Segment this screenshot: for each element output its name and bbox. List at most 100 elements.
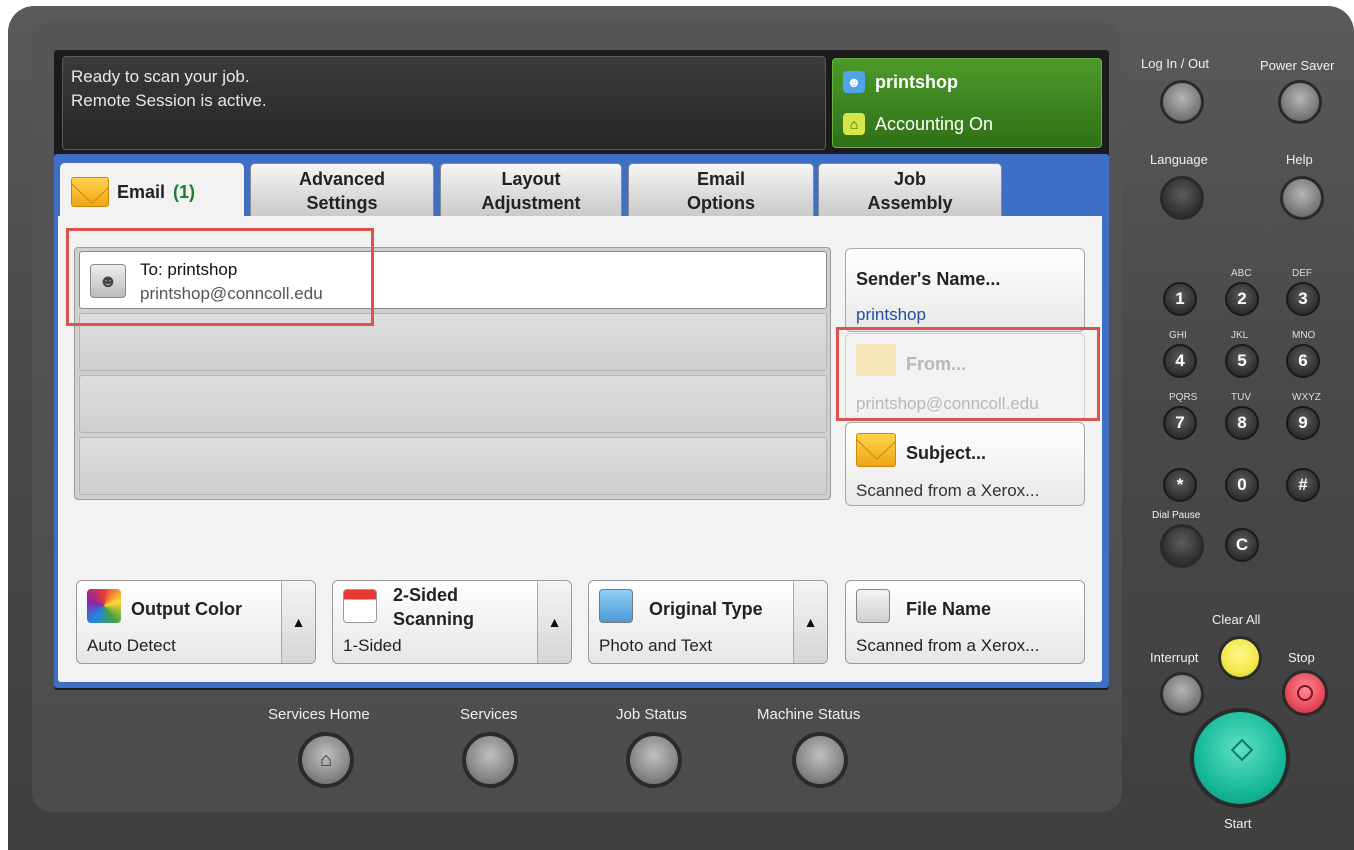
status-line-1: Ready to scan your job. — [71, 67, 250, 86]
machine-status-label: Machine Status — [757, 706, 861, 723]
tab-label: Settings — [306, 193, 378, 213]
key-3[interactable]: 3 — [1286, 282, 1320, 316]
stop-label: Stop — [1288, 650, 1315, 665]
stop-button[interactable] — [1282, 670, 1328, 716]
output-color-title: Output Color — [131, 599, 242, 619]
highlight-box — [836, 327, 1100, 421]
key-6[interactable]: 6 — [1286, 344, 1320, 378]
photo-icon — [599, 589, 633, 623]
services-home-label: Services Home — [268, 706, 370, 723]
envelope-icon — [71, 176, 109, 207]
key-8[interactable]: 8 — [1225, 406, 1259, 440]
interrupt-button[interactable] — [1160, 672, 1204, 716]
senders-name-button[interactable]: Sender's Name... printshop — [845, 248, 1085, 332]
dial-pause-button[interactable] — [1160, 524, 1204, 568]
original-type-up-arrow-icon[interactable]: ▲ — [793, 581, 827, 663]
services-home-button[interactable]: ⌂ — [298, 732, 354, 788]
tab-job-assembly[interactable]: Job Assembly — [818, 163, 1002, 217]
start-label: Start — [1224, 816, 1252, 831]
tab-email-options[interactable]: Email Options — [628, 163, 814, 217]
job-status-button[interactable] — [626, 732, 682, 788]
subject-envelope-icon — [856, 433, 896, 467]
tab-label: Options — [687, 193, 755, 213]
stop-icon — [1297, 685, 1313, 701]
tab-email-label: Email — [117, 181, 166, 202]
key-2[interactable]: 2 — [1225, 282, 1259, 316]
key-letters: GHI — [1169, 330, 1187, 341]
user-status-box[interactable]: ☻ printshop ⌂ Accounting On — [832, 58, 1102, 148]
output-color-value: Auto Detect — [87, 636, 176, 655]
tab-advanced-settings[interactable]: Advanced Settings — [250, 163, 434, 217]
language-label: Language — [1150, 152, 1208, 167]
file-name-button[interactable]: File Name Scanned from a Xerox... — [845, 580, 1085, 664]
key-letters: ABC — [1231, 268, 1252, 279]
original-type-title: Original Type — [649, 599, 763, 619]
two-sided-title: 2-Sided Scanning — [393, 583, 474, 631]
subject-value: Scanned from a Xerox... — [856, 481, 1040, 500]
user-row: ☻ printshop — [843, 71, 958, 93]
clear-all-button[interactable] — [1218, 636, 1262, 680]
senders-name-title: Sender's Name... — [856, 269, 1001, 289]
key-letters: WXYZ — [1292, 392, 1321, 403]
original-type-button[interactable]: Original Type Photo and Text ▲ — [588, 580, 828, 664]
output-color-button[interactable]: Output Color Auto Detect ▲ — [76, 580, 316, 664]
start-button[interactable] — [1190, 708, 1290, 808]
subject-button[interactable]: Subject... Scanned from a Xerox... — [845, 422, 1085, 506]
two-sided-page-icon — [343, 589, 377, 623]
two-sided-title-line2: Scanning — [393, 609, 475, 629]
output-color-up-arrow-icon[interactable]: ▲ — [281, 581, 315, 663]
key-letters: TUV — [1231, 392, 1251, 403]
help-button[interactable] — [1280, 176, 1324, 220]
tab-label: Layout — [501, 169, 561, 189]
tab-label: Adjustment — [481, 193, 581, 213]
file-name-value: Scanned from a Xerox... — [856, 636, 1040, 655]
key-letters: JKL — [1231, 330, 1249, 341]
file-name-title: File Name — [906, 599, 992, 619]
power-saver-label: Power Saver — [1260, 58, 1335, 73]
recipient-row-empty[interactable] — [79, 375, 827, 433]
key-7[interactable]: 7 — [1163, 406, 1197, 440]
key-letters: MNO — [1292, 330, 1316, 341]
key-9[interactable]: 9 — [1286, 406, 1320, 440]
two-sided-value: 1-Sided — [343, 636, 402, 655]
subject-title: Subject... — [906, 443, 987, 463]
key-1[interactable]: 1 — [1163, 282, 1197, 316]
login-label: Log In / Out — [1141, 56, 1209, 71]
tab-label: Job — [893, 169, 926, 189]
accounting-row: ⌂ Accounting On — [843, 113, 993, 135]
bank-icon: ⌂ — [843, 113, 865, 135]
highlight-box — [66, 228, 374, 326]
two-sided-up-arrow-icon[interactable]: ▲ — [537, 581, 571, 663]
interrupt-label: Interrupt — [1150, 650, 1199, 665]
user-name: printshop — [875, 71, 958, 92]
key-hash[interactable]: # — [1286, 468, 1320, 502]
original-type-value: Photo and Text — [599, 636, 713, 655]
key-letters: DEF — [1292, 268, 1312, 279]
machine-status-button[interactable] — [792, 732, 848, 788]
clear-all-label: Clear All — [1212, 612, 1261, 627]
user-icon: ☻ — [843, 71, 865, 93]
tab-label: Assembly — [867, 193, 953, 213]
job-status-label: Job Status — [616, 706, 687, 723]
key-4[interactable]: 4 — [1163, 344, 1197, 378]
tab-label: Email — [696, 169, 746, 189]
recipient-row-empty[interactable] — [79, 437, 827, 495]
help-label: Help — [1286, 152, 1313, 167]
services-label: Services — [460, 706, 518, 723]
key-letters: PQRS — [1169, 392, 1198, 403]
tab-layout-adjustment[interactable]: Layout Adjustment — [440, 163, 622, 217]
login-button[interactable] — [1160, 80, 1204, 124]
key-5[interactable]: 5 — [1225, 344, 1259, 378]
key-star[interactable]: * — [1163, 468, 1197, 502]
language-button[interactable] — [1160, 176, 1204, 220]
two-sided-scanning-button[interactable]: 2-Sided Scanning 1-Sided ▲ — [332, 580, 572, 664]
key-0[interactable]: 0 — [1225, 468, 1259, 502]
services-button[interactable] — [462, 732, 518, 788]
status-line-2: Remote Session is active. — [71, 91, 267, 110]
color-palette-icon — [87, 589, 121, 623]
start-diamond-icon — [1230, 738, 1254, 762]
power-saver-button[interactable] — [1278, 80, 1322, 124]
tab-email[interactable]: Email (1) — [60, 163, 244, 219]
dial-pause-label: Dial Pause — [1152, 510, 1201, 521]
c-key[interactable]: C — [1225, 528, 1259, 562]
